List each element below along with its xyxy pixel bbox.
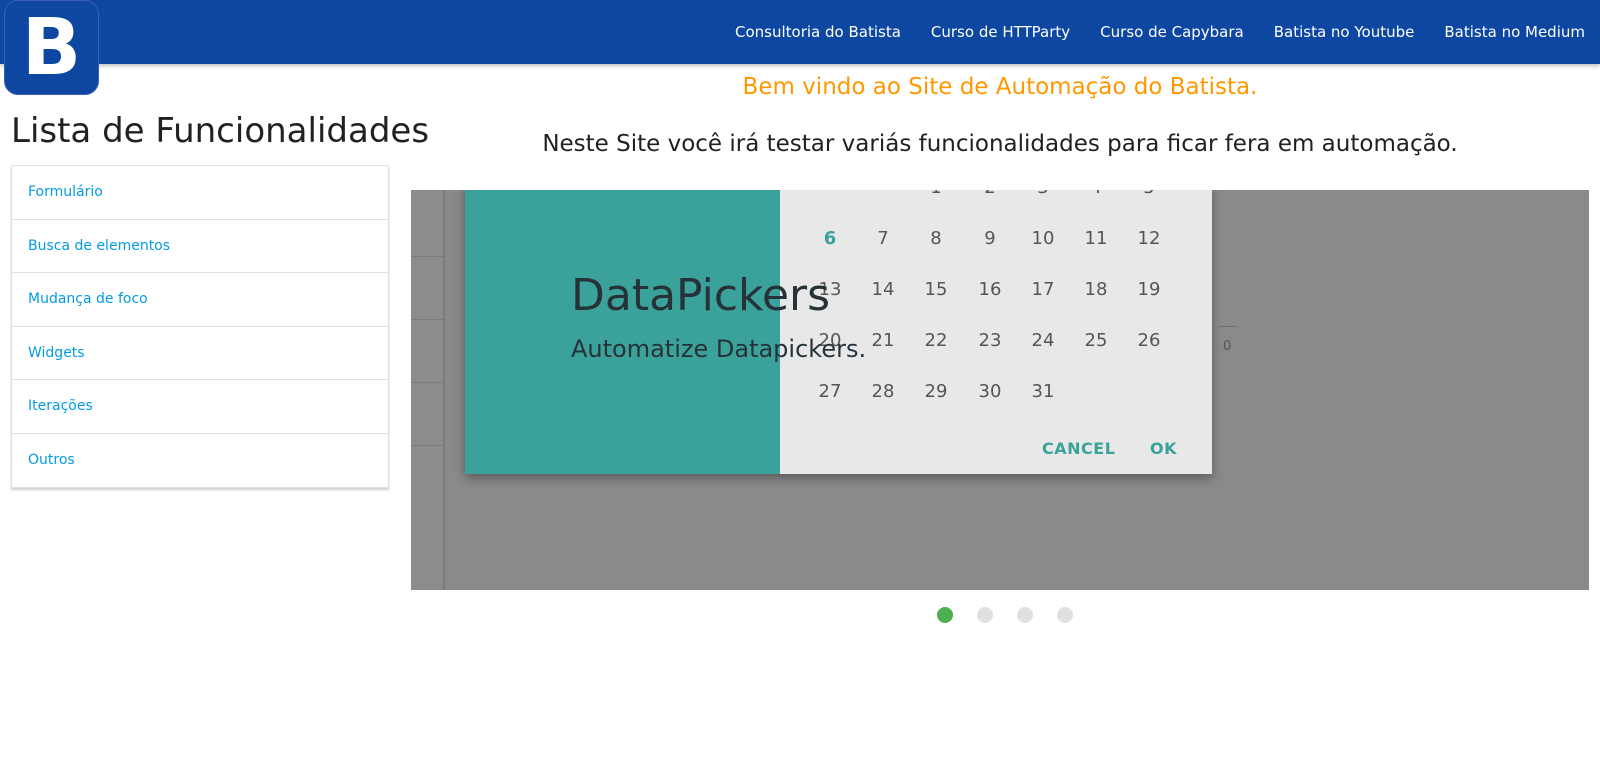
carousel-indicator-dot[interactable] <box>977 607 993 623</box>
carousel[interactable]: 0 12345678910111213141516171819202122232… <box>411 190 1589 590</box>
calendar-day[interactable]: 11 <box>1078 228 1114 249</box>
datepicker-calendar: 1234567891011121314151617181920212223242… <box>780 190 1212 474</box>
welcome-heading: Bem vindo ao Site de Automação do Batist… <box>742 74 1258 100</box>
calendar-day[interactable]: 2 <box>972 190 1008 198</box>
slide-background-divider <box>411 256 443 257</box>
feature-list: Formulário Busca de elementos Mudança de… <box>11 165 389 488</box>
feature-link-widgets[interactable]: Widgets <box>28 345 85 361</box>
nav-link-medium[interactable]: Batista no Medium <box>1444 23 1585 41</box>
calendar-day[interactable]: 22 <box>918 330 954 351</box>
list-item[interactable]: Iterações <box>12 380 388 434</box>
feature-link-formulario[interactable]: Formulário <box>28 184 103 200</box>
carousel-indicator-dot[interactable] <box>1017 607 1033 623</box>
slide-background-divider <box>411 382 443 383</box>
calendar-day[interactable]: 8 <box>918 228 954 249</box>
slide-title: DataPickers <box>571 270 831 321</box>
list-item[interactable]: Mudança de foco <box>12 273 388 327</box>
datepicker-header-panel <box>465 190 780 474</box>
slide-background-divider <box>411 445 443 446</box>
carousel-indicator-dot[interactable] <box>937 607 953 623</box>
calendar-day[interactable]: 25 <box>1078 330 1114 351</box>
carousel-indicators <box>0 607 1600 627</box>
slide-background-tick: 0 <box>1223 339 1232 354</box>
list-item[interactable]: Outros <box>12 434 388 488</box>
welcome-subtitle: Neste Site você irá testar variás funcio… <box>542 131 1458 157</box>
carousel-indicator-dot[interactable] <box>1057 607 1073 623</box>
nav-links: Consultoria do Batista Curso de HTTParty… <box>705 0 1585 64</box>
calendar-day[interactable]: 29 <box>918 381 954 402</box>
calendar-day[interactable]: 7 <box>865 228 901 249</box>
datepicker-cancel-button[interactable]: CANCEL <box>1042 439 1115 458</box>
calendar-day[interactable]: 31 <box>1025 381 1061 402</box>
list-item[interactable]: Formulário <box>12 166 388 220</box>
sidebar-title: Lista de Funcionalidades <box>11 111 430 151</box>
calendar-day[interactable]: 3 <box>1025 190 1061 198</box>
calendar-day[interactable]: 1 <box>918 190 954 198</box>
calendar-day[interactable]: 15 <box>918 279 954 300</box>
calendar-day[interactable]: 21 <box>865 330 901 351</box>
calendar-day[interactable]: 9 <box>972 228 1008 249</box>
calendar-day[interactable]: 14 <box>865 279 901 300</box>
calendar-day[interactable]: 24 <box>1025 330 1061 351</box>
nav-link-httparty[interactable]: Curso de HTTParty <box>931 23 1070 41</box>
calendar-day[interactable]: 30 <box>972 381 1008 402</box>
calendar-day[interactable]: 4 <box>1078 190 1114 198</box>
calendar-day[interactable]: 26 <box>1131 330 1167 351</box>
feature-link-outros[interactable]: Outros <box>28 452 75 468</box>
calendar-day[interactable]: 6 <box>812 228 848 249</box>
calendar-day[interactable]: 27 <box>812 381 848 402</box>
calendar-day[interactable]: 23 <box>972 330 1008 351</box>
feature-link-foco[interactable]: Mudança de foco <box>28 291 148 307</box>
calendar-day[interactable]: 19 <box>1131 279 1167 300</box>
nav-link-youtube[interactable]: Batista no Youtube <box>1274 23 1415 41</box>
top-navbar: Consultoria do Batista Curso de HTTParty… <box>0 0 1600 64</box>
feature-link-iteracoes[interactable]: Iterações <box>28 398 93 414</box>
slide-background-axis <box>1219 326 1237 327</box>
feature-link-busca[interactable]: Busca de elementos <box>28 238 170 254</box>
slide-caption: Automatize Datapickers. <box>571 335 867 363</box>
calendar-day[interactable]: 17 <box>1025 279 1061 300</box>
list-item[interactable]: Widgets <box>12 327 388 380</box>
calendar-day[interactable]: 16 <box>972 279 1008 300</box>
calendar-day[interactable]: 10 <box>1025 228 1061 249</box>
calendar-day[interactable]: 18 <box>1078 279 1114 300</box>
calendar-day[interactable]: 12 <box>1131 228 1167 249</box>
nav-link-capybara[interactable]: Curso de Capybara <box>1100 23 1244 41</box>
brand-logo[interactable]: B <box>4 0 99 95</box>
calendar-day[interactable]: 28 <box>865 381 901 402</box>
datepicker-ok-button[interactable]: OK <box>1150 439 1177 458</box>
logo-letter: B <box>21 2 82 93</box>
datepicker-dialog: 1234567891011121314151617181920212223242… <box>465 190 1212 474</box>
nav-link-consultoria[interactable]: Consultoria do Batista <box>735 23 901 41</box>
calendar-day[interactable]: 5 <box>1131 190 1167 198</box>
slide-background-divider <box>411 319 443 320</box>
list-item[interactable]: Busca de elementos <box>12 220 388 273</box>
